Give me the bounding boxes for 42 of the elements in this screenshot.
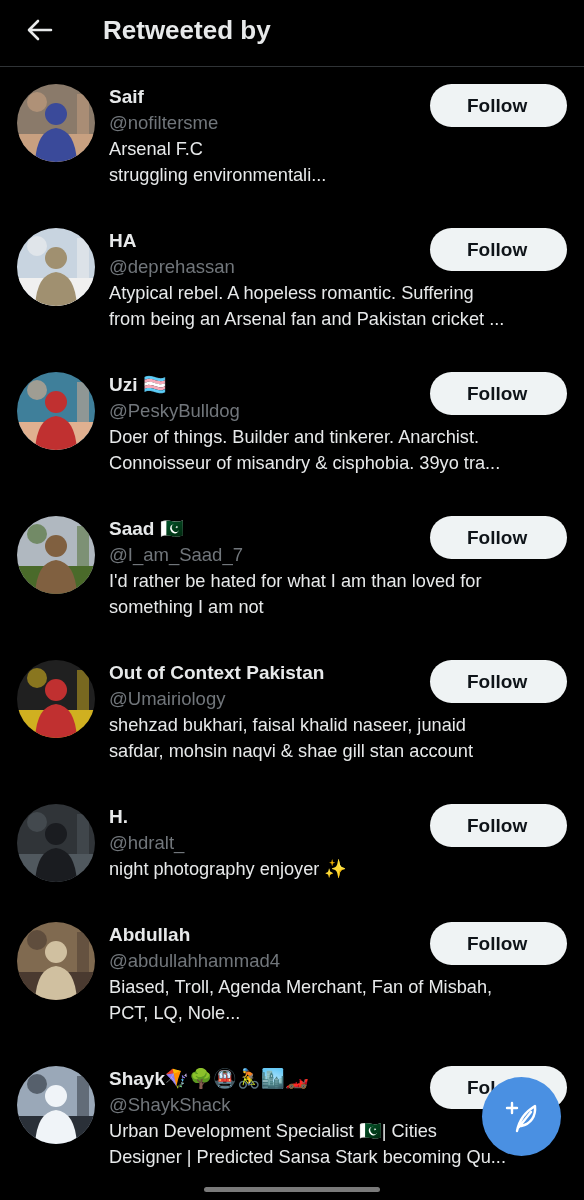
user-bio: from being an Arsenal fan and Pakistan cricket ... xyxy=(109,308,505,331)
user-bio: Urban Development Specialist 🇵🇰| Cities xyxy=(109,1120,437,1143)
user-bio: Atypical rebel. A hopeless romantic. Suffering xyxy=(109,282,474,305)
user-handle: @abdullahhammad4 xyxy=(109,949,280,973)
user-bio: something I am not xyxy=(109,596,264,619)
user-name[interactable]: Saad 🇵🇰 xyxy=(109,516,184,542)
user-bio: struggling environmentali... xyxy=(109,164,327,187)
back-arrow-icon xyxy=(27,19,53,41)
user-name[interactable]: Saif xyxy=(109,84,144,110)
user-bio: Connoisseur of misandry & cisphobia. 39yo tra... xyxy=(109,452,501,475)
user-handle: @deprehassan xyxy=(109,255,235,279)
follow-button[interactable]: Follow xyxy=(430,372,567,415)
user-name[interactable]: Shayk🪁🌳🚇🚴🏙🏎 xyxy=(109,1066,309,1092)
user-handle: @Umairiology xyxy=(109,687,226,711)
user-name[interactable]: HA xyxy=(109,228,137,254)
user-handle: @ShaykShack xyxy=(109,1093,231,1117)
back-button[interactable] xyxy=(27,19,53,41)
user-handle: @I_am_Saad_7 xyxy=(109,543,243,568)
user-bio: Designer | Predicted Sansa Stark becoming Qu... xyxy=(109,1146,506,1169)
follow-button[interactable]: Follow xyxy=(430,228,567,271)
user-bio: safdar, mohsin naqvi & shae gill stan account xyxy=(109,740,473,763)
user-handle: @PeskyBulldog xyxy=(109,399,240,423)
follow-button[interactable]: Follow xyxy=(430,516,567,559)
follow-button[interactable]: Follow xyxy=(430,804,567,847)
user-handle: @hdralt_ xyxy=(109,831,185,856)
user-name[interactable]: Uzi 🏳‍⚧ xyxy=(109,372,167,398)
follow-button[interactable]: Follow xyxy=(430,660,567,703)
user-bio: Arsenal F.C xyxy=(109,138,203,161)
user-name[interactable]: Abdullah xyxy=(109,922,191,948)
user-name[interactable]: Out of Context Pakistan xyxy=(109,660,325,686)
user-bio: shehzad bukhari, faisal khalid naseer, junaid xyxy=(109,714,466,737)
page-title: Retweeted by xyxy=(103,14,271,46)
user-bio: Doer of things. Builder and tinkerer. Anarchist. xyxy=(109,426,479,449)
user-name[interactable]: H. xyxy=(109,804,128,830)
user-bio: night photography enjoyer ✨ xyxy=(109,858,348,881)
feather-plus-icon xyxy=(504,1099,539,1134)
user-bio: PCT, LQ, Nole... xyxy=(109,1002,241,1025)
user-bio: Biased, Troll, Agenda Merchant, Fan of Misbah, xyxy=(109,976,493,999)
user-bio: I'd rather be hated for what I am than loved for xyxy=(109,570,482,593)
follow-button[interactable]: Follow xyxy=(430,922,567,965)
follow-button[interactable]: Follow xyxy=(430,84,567,127)
user-handle: @nofiltersme xyxy=(109,111,219,135)
